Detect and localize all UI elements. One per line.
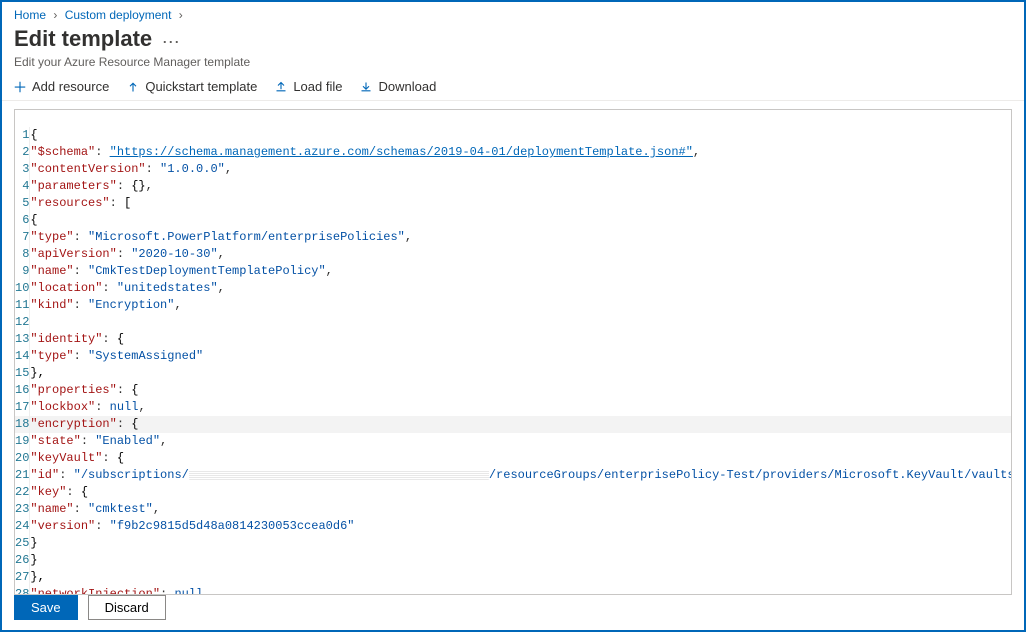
download-icon (360, 81, 372, 93)
page-subtitle: Edit your Azure Resource Manager templat… (14, 55, 1012, 69)
chevron-right-icon: › (179, 8, 183, 22)
code-editor[interactable]: 1{ 2"$schema": "https://schema.managemen… (14, 109, 1012, 595)
toolbar-label: Download (378, 79, 436, 94)
breadcrumb-home[interactable]: Home (14, 8, 46, 22)
upload-icon (127, 81, 139, 93)
discard-button[interactable]: Discard (88, 595, 166, 620)
chevron-right-icon: › (53, 8, 57, 22)
toolbar-label: Quickstart template (145, 79, 257, 94)
breadcrumb-page[interactable]: Custom deployment (65, 8, 172, 22)
download-button[interactable]: Download (360, 79, 436, 94)
active-line: 18"encryption": { (15, 416, 1012, 433)
schema-link[interactable]: "https://schema.management.azure.com/sch… (110, 145, 693, 159)
toolbar-label: Add resource (32, 79, 109, 94)
footer-actions: Save Discard (14, 595, 166, 620)
redacted-subscription-id (189, 470, 489, 480)
breadcrumb: Home › Custom deployment › (2, 2, 1024, 24)
add-resource-button[interactable]: Add resource (14, 79, 109, 94)
code-lines: 1{ 2"$schema": "https://schema.managemen… (15, 127, 1012, 595)
toolbar: Add resource Quickstart template Load fi… (2, 73, 1024, 101)
toolbar-label: Load file (293, 79, 342, 94)
load-file-button[interactable]: Load file (275, 79, 342, 94)
plus-icon (14, 81, 26, 93)
save-button[interactable]: Save (14, 595, 78, 620)
page-title: Edit template (14, 26, 152, 52)
page-header: Edit template ⋯ Edit your Azure Resource… (2, 24, 1024, 73)
load-file-icon (275, 81, 287, 93)
quickstart-template-button[interactable]: Quickstart template (127, 79, 257, 94)
more-icon[interactable]: ⋯ (162, 32, 180, 52)
